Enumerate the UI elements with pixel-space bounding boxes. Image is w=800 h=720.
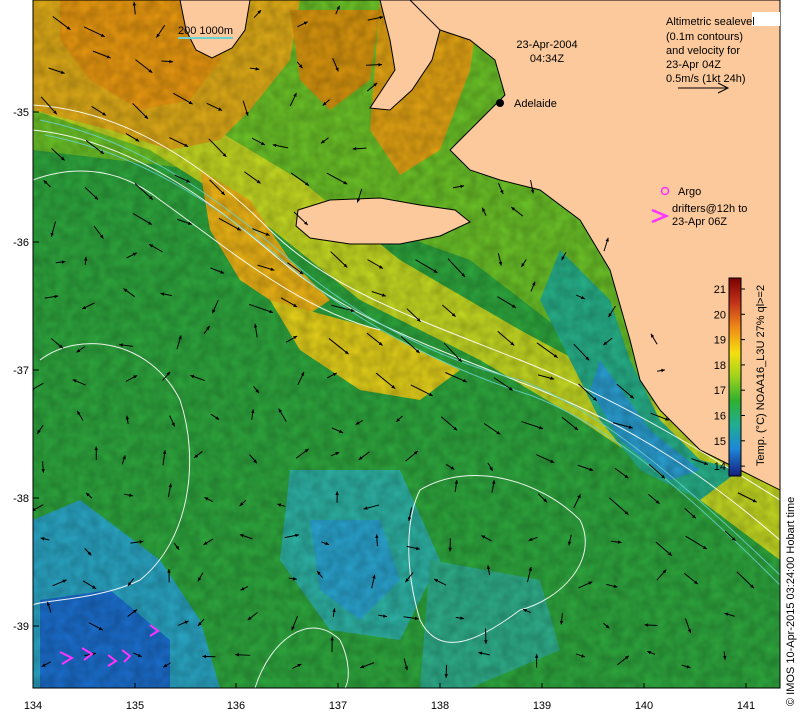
sst-map: 200 1000m 23-Apr-2004 04:34Z Adelaide Al… — [13, 0, 797, 712]
lon-tick-label: 136 — [227, 700, 245, 712]
colorbar-label: Temp. (°C) NOAA16_L3U 27% ql>=2 — [755, 285, 767, 466]
colorbar — [728, 277, 742, 477]
lat-tick-label: -35 — [13, 107, 29, 119]
legend-line-3: and velocity for — [666, 45, 740, 57]
colorbar-tick-label: 21 — [714, 284, 726, 296]
legend-line-1: Altimetric sealevel — [666, 16, 755, 28]
lon-tick-label: 134 — [24, 700, 42, 712]
colorbar-tick-label: 15 — [714, 436, 726, 448]
legend-line-2: (0.1m contours) — [666, 31, 743, 43]
sst-field — [33, 0, 780, 688]
lat-tick-label: -39 — [13, 621, 29, 633]
map-time: 04:34Z — [530, 53, 565, 65]
colorbar-tick-label: 19 — [714, 335, 726, 347]
legend-line-4: 23-Apr 04Z — [666, 59, 721, 71]
adelaide-label: Adelaide — [514, 98, 557, 110]
drifter-legend-line-2: 23-Apr 06Z — [672, 216, 727, 228]
lon-tick-label: 139 — [533, 700, 551, 712]
adelaide-marker — [496, 99, 504, 107]
colorbar-tick-label: 14 — [714, 461, 726, 473]
lon-tick-label: 140 — [635, 700, 653, 712]
colorbar-tick-label: 17 — [714, 385, 726, 397]
lat-tick-label: -37 — [13, 365, 29, 377]
drifter-legend-line-1: drifters@12h to — [672, 203, 747, 215]
lat-tick-label: -38 — [13, 493, 29, 505]
lon-tick-label: 138 — [431, 700, 449, 712]
credit-text: © IMOS 10-Apr-2015 03:24:00 Hobart time — [785, 497, 797, 706]
legend-box — [752, 12, 780, 26]
lat-tick-label: -36 — [13, 237, 29, 249]
legend-line-5: 0.5m/s (1kt 24h) — [666, 73, 745, 85]
scale-label: 200 1000m — [178, 25, 233, 37]
argo-legend-label: Argo — [678, 186, 701, 198]
lon-tick-label: 141 — [737, 700, 755, 712]
colorbar-tick-label: 18 — [714, 360, 726, 372]
colorbar-tick-label: 20 — [714, 309, 726, 321]
lon-tick-label: 135 — [126, 700, 144, 712]
lon-tick-label: 137 — [329, 700, 347, 712]
map-date: 23-Apr-2004 — [516, 39, 577, 51]
colorbar-tick-label: 16 — [714, 411, 726, 423]
